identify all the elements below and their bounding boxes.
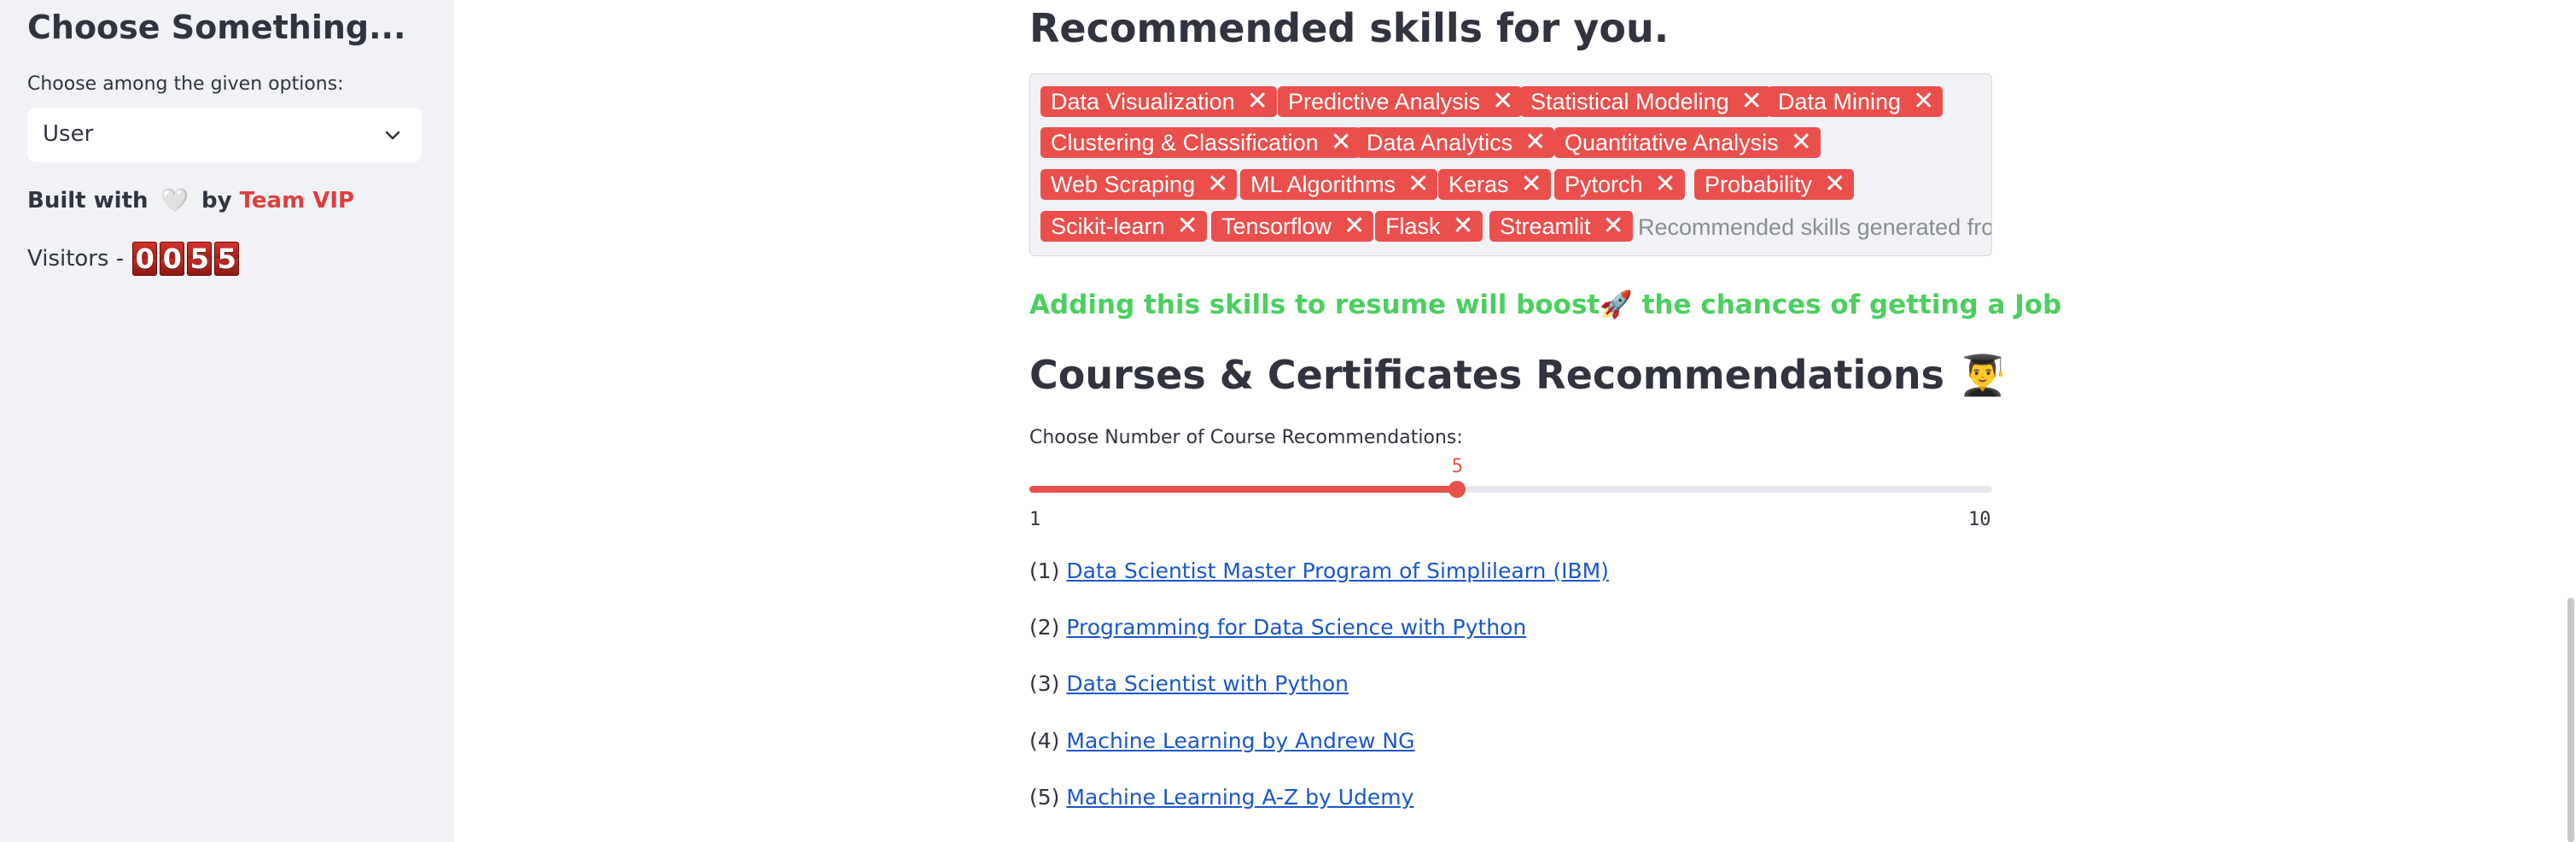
close-icon[interactable]: ✕: [1453, 213, 1474, 239]
course-number: (3): [1029, 671, 1060, 696]
skill-tag-label: Data Visualization: [1051, 88, 1235, 114]
skill-tag[interactable]: Predictive Analysis ✕: [1278, 86, 1523, 117]
counter-digit: 0: [132, 242, 158, 276]
skill-tag[interactable]: Quantitative Analysis ✕: [1554, 127, 1821, 158]
skill-tag-label: Data Mining: [1778, 88, 1902, 114]
skill-tag[interactable]: Probability ✕: [1694, 169, 1855, 200]
select-label: Choose among the given options:: [27, 73, 344, 95]
course-link[interactable]: Machine Learning by Andrew NG: [1066, 728, 1414, 753]
skill-tag[interactable]: Streamlit ✕: [1489, 211, 1633, 242]
skill-tag[interactable]: Keras ✕: [1438, 169, 1551, 200]
skill-tag[interactable]: ML Algorithms ✕: [1240, 169, 1438, 200]
skill-tag[interactable]: Scikit-learn ✕: [1040, 211, 1207, 242]
skill-tag[interactable]: Web Scraping ✕: [1040, 169, 1238, 200]
course-link[interactable]: Data Scientist with Python: [1066, 671, 1349, 696]
skill-tag[interactable]: Clustering & Classification ✕: [1040, 127, 1361, 158]
close-icon[interactable]: ✕: [1824, 172, 1845, 197]
course-number: (2): [1029, 615, 1060, 640]
close-icon[interactable]: ✕: [1521, 172, 1542, 197]
skill-tag-label: Data Analytics: [1367, 129, 1513, 155]
select-value: User: [43, 121, 94, 147]
built-with-text: Built with 🤍 by Team VIP: [27, 188, 354, 213]
skill-tag[interactable]: Tensorflow ✕: [1211, 211, 1374, 242]
skill-tag[interactable]: Flask ✕: [1375, 211, 1483, 242]
slider-max: 10: [1968, 509, 1991, 530]
skill-tag-label: Pytorch: [1565, 171, 1643, 197]
close-icon[interactable]: ✕: [1524, 130, 1546, 155]
counter-digit: 0: [160, 242, 185, 276]
close-icon[interactable]: ✕: [1247, 89, 1268, 114]
skill-tag-label: Scikit-learn: [1051, 213, 1165, 239]
skill-tag[interactable]: Data Visualization ✕: [1040, 86, 1277, 117]
course-item: (2) Programming for Data Science with Py…: [1029, 615, 1526, 640]
course-item: (5) Machine Learning A-Z by Udemy: [1029, 785, 1413, 810]
skill-tag-label: Probability: [1705, 171, 1813, 197]
visitors-label: Visitors -: [27, 246, 125, 272]
course-number: (1): [1029, 558, 1060, 583]
course-item: (4) Machine Learning by Andrew NG: [1029, 728, 1414, 753]
slider-label: Choose Number of Course Recommendations:: [1029, 427, 1463, 448]
course-count-slider[interactable]: [1029, 481, 1992, 498]
team-link[interactable]: Team VIP: [240, 188, 354, 213]
sidebar-title: Choose Something...: [27, 9, 406, 46]
skills-placeholder[interactable]: Recommended skills generated from System: [1638, 214, 1991, 241]
skill-tag-label: Statistical Modeling: [1530, 88, 1729, 114]
close-icon[interactable]: ✕: [1741, 89, 1763, 114]
skill-tag-label: Flask: [1385, 213, 1441, 239]
page-scrollbar[interactable]: [2567, 598, 2574, 842]
courses-heading: Courses & Certificates Recommendations 👨…: [1029, 352, 2008, 398]
course-link[interactable]: Programming for Data Science with Python: [1066, 615, 1526, 640]
visitor-counter: Visitors - 0 0 5 5: [27, 242, 240, 276]
skill-tag[interactable]: Data Analytics ✕: [1356, 127, 1555, 158]
close-icon[interactable]: ✕: [1207, 172, 1228, 197]
chevron-down-icon: [385, 131, 400, 140]
slider-fill: [1029, 486, 1458, 493]
slider-min: 1: [1029, 509, 1041, 530]
course-item: (3) Data Scientist with Python: [1029, 671, 1349, 696]
course-link[interactable]: Data Scientist Master Program of Simplil…: [1066, 558, 1609, 583]
slider-current-value: 5: [1451, 456, 1463, 477]
skills-multiselect[interactable]: Data Visualization ✕ Predictive Analysis ✕…: [1029, 73, 1992, 256]
skill-tag[interactable]: Statistical Modeling ✕: [1520, 86, 1771, 117]
skill-tag-label: Keras: [1448, 171, 1509, 197]
skills-heading: Recommended skills for you.: [1029, 5, 1670, 51]
skill-tag-label: Web Scraping: [1051, 171, 1196, 197]
close-icon[interactable]: ✕: [1177, 213, 1198, 239]
course-number: (5): [1029, 785, 1060, 810]
course-link[interactable]: Machine Learning A-Z by Udemy: [1066, 785, 1413, 810]
heart-icon: 🤍: [160, 188, 189, 213]
slider-thumb[interactable]: [1448, 481, 1466, 498]
close-icon[interactable]: ✕: [1603, 213, 1624, 239]
close-icon[interactable]: ✕: [1791, 130, 1812, 155]
built-prefix: Built with: [27, 188, 149, 213]
close-icon[interactable]: ✕: [1492, 89, 1513, 114]
close-icon[interactable]: ✕: [1655, 172, 1676, 197]
skill-tag[interactable]: Pytorch ✕: [1554, 169, 1685, 200]
close-icon[interactable]: ✕: [1407, 172, 1429, 197]
skill-tag-label: Quantitative Analysis: [1565, 129, 1779, 155]
user-type-select[interactable]: User: [27, 108, 422, 162]
boost-message: Adding this skills to resume will boost🚀…: [1029, 289, 2062, 320]
app-root: Choose Something... Choose among the giv…: [0, 0, 2576, 842]
course-item: (1) Data Scientist Master Program of Sim…: [1029, 558, 1609, 583]
close-icon[interactable]: ✕: [1331, 130, 1352, 155]
skill-tag-label: Tensorflow: [1221, 213, 1332, 239]
skill-tag-label: Clustering & Classification: [1051, 129, 1319, 155]
counter-digits: 0 0 5 5: [132, 242, 240, 276]
skill-tag-label: ML Algorithms: [1250, 171, 1396, 197]
close-icon[interactable]: ✕: [1913, 89, 1934, 114]
counter-digit: 5: [187, 242, 213, 276]
counter-digit: 5: [214, 242, 240, 276]
skill-tag-label: Streamlit: [1500, 213, 1591, 239]
close-icon[interactable]: ✕: [1343, 213, 1365, 239]
course-number: (4): [1029, 728, 1060, 753]
built-by: by: [201, 188, 232, 213]
sidebar: Choose Something... Choose among the giv…: [0, 0, 454, 842]
skill-tag[interactable]: Data Mining ✕: [1768, 86, 1944, 117]
skill-tag-label: Predictive Analysis: [1288, 88, 1481, 114]
